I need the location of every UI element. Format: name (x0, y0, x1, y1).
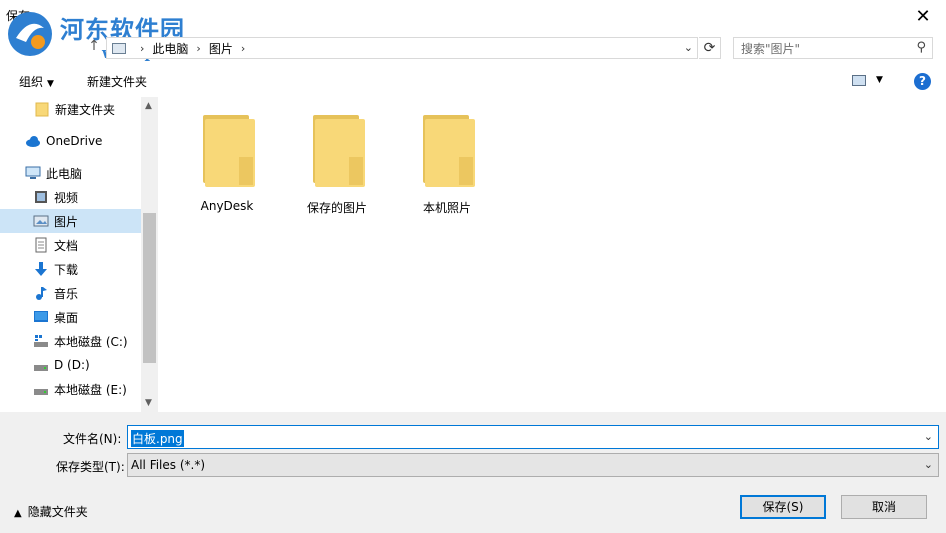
chevron-down-icon[interactable]: ⌄ (924, 430, 933, 443)
folder-label: 保存的图片 (306, 201, 367, 215)
hide-folders-label: 隐藏文件夹 (27, 505, 88, 519)
nav-item-drive-d[interactable]: D (D:) (0, 353, 141, 377)
address-dropdown-icon[interactable]: ⌄ (684, 41, 693, 54)
filename-label: 文件名(N): (63, 432, 122, 446)
nav-item-label: 桌面 (54, 310, 79, 325)
drive-icon (33, 357, 49, 373)
address-row: ↑ › 此电脑 › 图片 › ⌄ ⟳ 搜索"图片" ⚲ (0, 32, 946, 62)
view-mode-icon[interactable] (852, 75, 866, 86)
nav-item-drive-e[interactable]: 本地磁盘 (E:) (0, 377, 141, 401)
drive-c-icon (33, 333, 49, 349)
nav-item-label: 本地磁盘 (E:) (54, 382, 127, 397)
hide-folders-toggle[interactable]: ▲ 隐藏文件夹 (14, 503, 88, 520)
chevron-up-icon: ▲ (14, 508, 22, 519)
nav-item-label: 视频 (54, 190, 79, 205)
nav-item-label: D (D:) (54, 358, 90, 372)
breadcrumb-this-pc[interactable]: 此电脑 (152, 40, 188, 57)
file-list: AnyDesk 保存的图片 本机照片 (158, 97, 946, 412)
document-icon (33, 237, 49, 253)
download-icon (33, 261, 49, 277)
filetype-value: All Files (*.*) (131, 458, 206, 472)
filetype-label: 保存类型(T): (56, 460, 125, 474)
folder-label: AnyDesk (200, 199, 254, 213)
drive-icon (33, 381, 49, 397)
video-icon (33, 189, 49, 205)
nav-scrollbar[interactable]: ▲ ▼ (141, 97, 158, 412)
cloud-icon (25, 133, 41, 149)
address-bar[interactable]: › 此电脑 › 图片 › ⌄ (106, 37, 698, 59)
nav-item-new-folder[interactable]: 新建文件夹 (0, 97, 141, 121)
folder-label: 本机照片 (422, 201, 471, 215)
view-chevron-down-icon[interactable]: ▼ (876, 75, 883, 85)
nav-item-label: 本地磁盘 (C:) (54, 334, 128, 349)
breadcrumb-separator: › (140, 41, 145, 55)
scroll-up-icon[interactable]: ▲ (145, 101, 152, 111)
chevron-down-icon: ⌄ (923, 458, 933, 471)
nav-item-label: OneDrive (46, 134, 103, 148)
organize-label: 组织 (19, 75, 44, 89)
nav-item-label: 音乐 (54, 286, 79, 301)
close-button[interactable]: ✕ (900, 0, 946, 32)
save-options-panel: 文件名(N): 白板.png ⌄ 保存类型(T): All Files (*.*… (0, 412, 946, 533)
nav-item-label: 图片 (54, 214, 79, 229)
up-arrow-icon[interactable]: ↑ (86, 38, 102, 54)
filetype-select[interactable]: All Files (*.*) ⌄ (127, 453, 939, 477)
nav-item-music[interactable]: 音乐 (0, 281, 141, 305)
search-placeholder: 搜索"图片" (741, 41, 801, 56)
nav-item-pictures[interactable]: 图片 (0, 209, 141, 233)
cancel-button[interactable]: 取消 (841, 495, 927, 519)
nav-item-label: 下载 (54, 262, 79, 277)
nav-item-documents[interactable]: 文档 (0, 233, 141, 257)
folder-saved-pictures[interactable]: 保存的图片 (287, 115, 387, 225)
scroll-down-icon[interactable]: ▼ (145, 398, 152, 408)
scrollbar-thumb[interactable] (143, 213, 156, 363)
chevron-down-icon: ▼ (47, 79, 54, 89)
nav-item-onedrive[interactable]: OneDrive (0, 129, 141, 153)
nav-item-label: 此电脑 (46, 166, 83, 181)
folder-icon (199, 115, 255, 187)
save-button[interactable]: 保存(S) (740, 495, 826, 519)
organize-button[interactable]: 组织 ▼ (19, 73, 54, 90)
computer-icon (25, 165, 41, 181)
title-bar: 保存 河东软件园 www.pc0359.cn ✕ (0, 0, 946, 62)
nav-item-label: 文档 (54, 238, 79, 253)
pictures-icon (33, 213, 49, 229)
help-icon[interactable]: ? (914, 73, 931, 90)
folder-anydesk[interactable]: AnyDesk (177, 115, 277, 225)
nav-item-desktop[interactable]: 桌面 (0, 305, 141, 329)
nav-item-this-pc[interactable]: 此电脑 (0, 161, 141, 185)
nav-item-videos[interactable]: 视频 (0, 185, 141, 209)
search-icon[interactable]: ⚲ (916, 40, 926, 55)
new-folder-button[interactable]: 新建文件夹 (87, 73, 147, 90)
breadcrumb-separator: › (196, 41, 201, 55)
toolbar: 组织 ▼ 新建文件夹 ▼ ? (0, 66, 946, 96)
breadcrumb-pictures[interactable]: 图片 (209, 40, 233, 57)
filename-input[interactable]: 白板.png ⌄ (127, 425, 939, 449)
desktop-icon (33, 309, 49, 325)
pictures-location-icon (112, 42, 126, 54)
close-icon: ✕ (915, 5, 931, 27)
refresh-button[interactable]: ⟳ (699, 37, 721, 59)
filename-value: 白板.png (131, 430, 184, 447)
folder-camera-roll[interactable]: 本机照片 (397, 115, 497, 225)
folder-icon (309, 115, 365, 187)
music-icon (33, 285, 49, 301)
folder-icon (419, 115, 475, 187)
folder-icon (34, 101, 50, 117)
nav-item-label: 新建文件夹 (55, 102, 116, 117)
search-input[interactable]: 搜索"图片" ⚲ (733, 37, 933, 59)
breadcrumb-separator: › (240, 41, 246, 55)
refresh-icon: ⟳ (703, 40, 716, 56)
nav-item-downloads[interactable]: 下载 (0, 257, 141, 281)
nav-item-drive-c[interactable]: 本地磁盘 (C:) (0, 329, 141, 353)
navigation-pane: 新建文件夹 OneDrive 此电脑 视频 图片 文档 下载 音乐 桌面 本地磁… (0, 97, 141, 412)
